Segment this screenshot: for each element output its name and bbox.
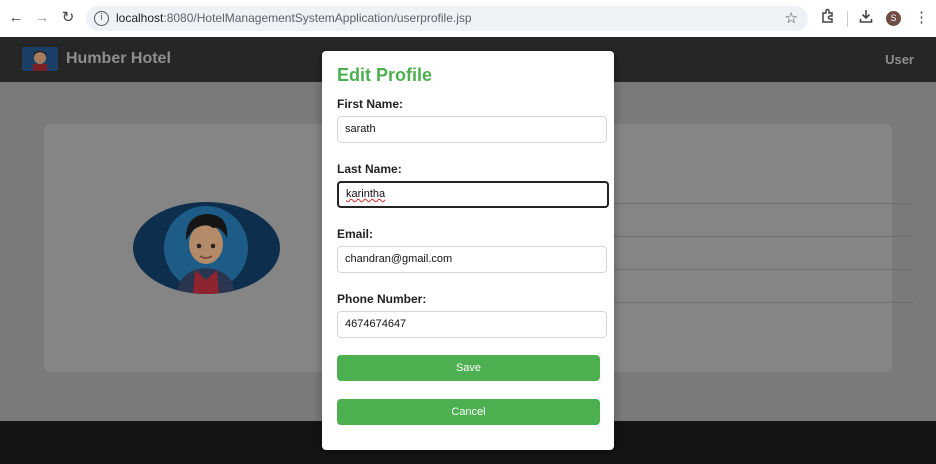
site-info-icon[interactable]: i: [94, 11, 109, 26]
last-name-label: Last Name:: [337, 162, 402, 176]
divider: [604, 203, 914, 204]
hotel-logo[interactable]: [22, 47, 58, 71]
cancel-button[interactable]: Cancel: [337, 399, 600, 425]
phone-label: Phone Number:: [337, 292, 427, 306]
address-bar[interactable]: i localhost:8080/HotelManagementSystemAp…: [86, 6, 808, 31]
email-input[interactable]: chandran@gmail.com: [337, 246, 607, 273]
first-name-input[interactable]: sarath: [337, 116, 607, 143]
edit-profile-modal: Edit Profile First Name: sarath Last Nam…: [322, 51, 614, 450]
user-menu-link[interactable]: User: [885, 52, 914, 67]
divider: [604, 236, 914, 237]
toolbar-divider: [847, 11, 848, 27]
profile-avatar-image: [133, 202, 280, 294]
bookmark-star-icon[interactable]: ☆: [785, 9, 798, 27]
last-name-input[interactable]: karintha: [337, 181, 609, 208]
reload-icon[interactable]: ↻: [58, 8, 78, 28]
extensions-icon[interactable]: [820, 8, 836, 29]
divider: [604, 269, 914, 270]
last-name-value: karintha: [346, 188, 386, 200]
download-icon[interactable]: [858, 8, 874, 29]
browser-toolbar: ← → ↻ i localhost:8080/HotelManagementSy…: [0, 0, 936, 38]
back-icon[interactable]: ←: [6, 8, 26, 28]
email-label: Email:: [337, 227, 374, 241]
menu-dots-icon[interactable]: ⋮: [914, 8, 929, 28]
brand-name[interactable]: Humber Hotel: [66, 50, 171, 68]
save-button[interactable]: Save: [337, 355, 600, 381]
modal-title: Edit Profile: [337, 65, 433, 85]
forward-icon[interactable]: →: [32, 8, 52, 28]
divider: [604, 302, 914, 303]
browser-profile-avatar[interactable]: S: [886, 11, 901, 26]
phone-input[interactable]: 4674674647: [337, 311, 607, 338]
url-text[interactable]: localhost:8080/HotelManagementSystemAppl…: [116, 11, 472, 25]
first-name-label: First Name:: [337, 97, 404, 111]
